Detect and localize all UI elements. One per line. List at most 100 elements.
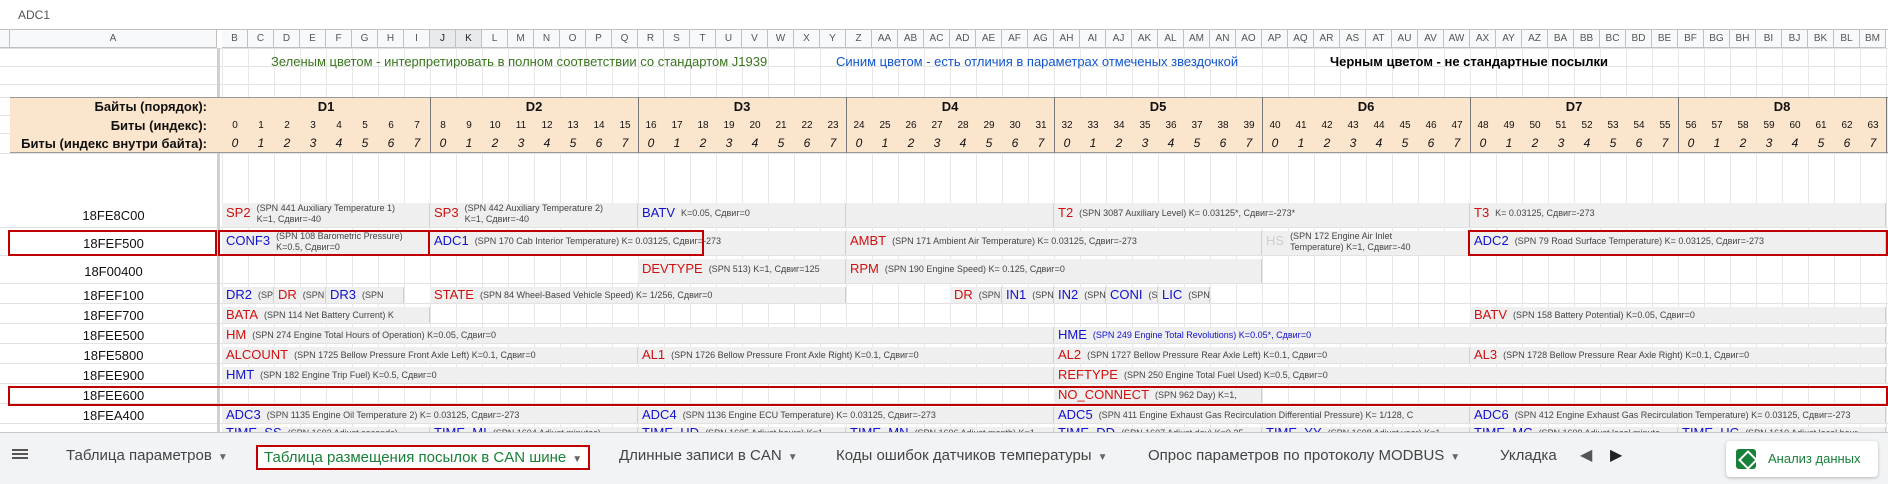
- signal-cell[interactable]: DR (SPN: [950, 287, 1002, 303]
- column-header-AB[interactable]: AB: [898, 30, 924, 48]
- row-id[interactable]: 18FE8C00: [10, 208, 217, 223]
- tab-temp-sensor-errors[interactable]: Коды ошибок датчиков температуры ▼: [836, 447, 1108, 464]
- column-header-E[interactable]: E: [300, 30, 326, 48]
- column-header-BH[interactable]: BH: [1730, 30, 1756, 48]
- column-header-H[interactable]: H: [378, 30, 404, 48]
- signal-cell[interactable]: DR2 (SPN: [222, 287, 274, 303]
- column-header-BG[interactable]: BG: [1704, 30, 1730, 48]
- column-header-AW[interactable]: AW: [1444, 30, 1470, 48]
- column-header-B[interactable]: B: [222, 30, 248, 48]
- row-id[interactable]: 18FEE600: [10, 388, 217, 403]
- signal-cell[interactable]: NO_CONNECT (SPN 962 Day) K=1,: [1054, 387, 1262, 403]
- signal-cell[interactable]: IN1 (SPN: [1002, 287, 1054, 303]
- row-id[interactable]: 18FEF100: [10, 288, 217, 303]
- signal-cell[interactable]: ADC2 (SPN 79 Road Surface Temperature) K=…: [1470, 231, 1886, 255]
- column-header-AM[interactable]: AM: [1184, 30, 1210, 48]
- signal-cell[interactable]: DEVTYPE (SPN 513) K=1, Сдвиг=125: [638, 259, 846, 283]
- column-header-AK[interactable]: AK: [1132, 30, 1158, 48]
- column-header-AH[interactable]: AH: [1054, 30, 1080, 48]
- column-header-AF[interactable]: AF: [1002, 30, 1028, 48]
- column-header-P[interactable]: P: [586, 30, 612, 48]
- signal-cell[interactable]: BATV K=0.05, Сдвиг=0: [638, 203, 846, 227]
- column-header-U[interactable]: U: [716, 30, 742, 48]
- column-header-AU[interactable]: AU: [1392, 30, 1418, 48]
- column-header-A[interactable]: A: [10, 30, 217, 48]
- signal-cell[interactable]: BATA (SPN 114 Net Battery Current) K: [222, 307, 430, 323]
- column-header-O[interactable]: O: [560, 30, 586, 48]
- signal-cell[interactable]: HS (SPN 172 Engine Air Inlet Temperature)…: [1262, 231, 1470, 255]
- column-header-F[interactable]: F: [326, 30, 352, 48]
- signal-cell[interactable]: AMBT (SPN 171 Ambient Air Temperature) K=…: [846, 231, 1262, 255]
- column-header-AY[interactable]: AY: [1496, 30, 1522, 48]
- sheet-grid[interactable]: A B C D E F G H I J K L M N O P Q R S T U V W X Y Z AA AB AC AD AE AF AG…: [0, 30, 1888, 432]
- signal-cell[interactable]: CONI (SPN: [1106, 287, 1158, 303]
- signal-cell[interactable]: AL1 (SPN 1726 Bellow Pressure Front Axle …: [638, 347, 1054, 363]
- column-header-AO[interactable]: AO: [1236, 30, 1262, 48]
- signal-cell[interactable]: AL3 (SPN 1728 Bellow Pressure Rear Axle R…: [1470, 347, 1886, 363]
- signal-cell[interactable]: DR (SPN: [274, 287, 326, 303]
- column-header-BE[interactable]: BE: [1652, 30, 1678, 48]
- row-id[interactable]: 18FEE500: [10, 328, 217, 343]
- signal-cell[interactable]: LIC (SPN: [1158, 287, 1210, 303]
- signal-cell[interactable]: [846, 203, 1054, 227]
- signal-cell[interactable]: ADC6 (SPN 412 Engine Exhaust Gas Recircul…: [1470, 407, 1886, 423]
- column-header-I[interactable]: I: [404, 30, 430, 48]
- signal-cell[interactable]: STATE (SPN 84 Wheel-Based Vehicle Speed) …: [430, 287, 846, 303]
- column-header-N[interactable]: N: [534, 30, 560, 48]
- signal-cell[interactable]: RPM (SPN 190 Engine Speed) K= 0.125, Сдви…: [846, 259, 1262, 283]
- column-header-AX[interactable]: AX: [1470, 30, 1496, 48]
- tab-long-records[interactable]: Длинные записи в CAN ▼: [619, 447, 798, 464]
- column-header-AN[interactable]: AN: [1210, 30, 1236, 48]
- signal-cell[interactable]: SP2 (SPN 441 Auxiliary Temperature 1) K=1…: [222, 203, 430, 227]
- scroll-right-icon[interactable]: ▶: [1610, 445, 1622, 465]
- column-header-AI[interactable]: AI: [1080, 30, 1106, 48]
- column-header-Z[interactable]: Z: [846, 30, 872, 48]
- column-header-AZ[interactable]: AZ: [1522, 30, 1548, 48]
- column-header-D[interactable]: D: [274, 30, 300, 48]
- column-header-G[interactable]: G: [352, 30, 378, 48]
- signal-cell[interactable]: ADC3 (SPN 1135 Engine Oil Temperature 2) …: [222, 407, 638, 423]
- row-id[interactable]: 18FEA400: [10, 408, 217, 423]
- signal-cell[interactable]: ALCOUNT (SPN 1725 Bellow Pressure Front A…: [222, 347, 638, 363]
- column-header-V[interactable]: V: [742, 30, 768, 48]
- column-header-AS[interactable]: AS: [1340, 30, 1366, 48]
- column-header-BL[interactable]: BL: [1834, 30, 1860, 48]
- column-header-AG[interactable]: AG: [1028, 30, 1054, 48]
- column-header-W[interactable]: W: [768, 30, 794, 48]
- signal-cell[interactable]: ADC5 (SPN 411 Engine Exhaust Gas Recircul…: [1054, 407, 1470, 423]
- column-header-J[interactable]: J: [430, 30, 456, 48]
- column-header-C[interactable]: C: [248, 30, 274, 48]
- column-header-M[interactable]: M: [508, 30, 534, 48]
- column-header-BD[interactable]: BD: [1626, 30, 1652, 48]
- column-header-S[interactable]: S: [664, 30, 690, 48]
- column-header-R[interactable]: R: [638, 30, 664, 48]
- signal-cell[interactable]: T3 K= 0.03125, Сдвиг=-273: [1470, 203, 1886, 227]
- explore-button[interactable]: Анализ данных: [1726, 441, 1878, 477]
- column-header-AC[interactable]: AC: [924, 30, 950, 48]
- signal-cell[interactable]: REFTYPE (SPN 250 Engine Total Fuel Used) …: [1054, 367, 1886, 383]
- column-header-X[interactable]: X: [794, 30, 820, 48]
- signal-cell[interactable]: DR3 (SPN: [326, 287, 404, 303]
- column-header-Q[interactable]: Q: [612, 30, 638, 48]
- column-header-BA[interactable]: BA: [1548, 30, 1574, 48]
- row-id[interactable]: 18FEF700: [10, 308, 217, 323]
- signal-cell[interactable]: SP3 (SPN 442 Auxiliary Temperature 2) K=1…: [430, 203, 638, 227]
- tab-modbus[interactable]: Опрос параметров по протоколу MODBUS ▼: [1148, 447, 1460, 464]
- column-header-AR[interactable]: AR: [1314, 30, 1340, 48]
- signal-cell[interactable]: ADC1 (SPN 170 Cab Interior Temperature) K…: [430, 231, 846, 255]
- all-sheets-menu-icon[interactable]: [12, 447, 28, 461]
- column-header-K[interactable]: K: [456, 30, 482, 48]
- column-header-AE[interactable]: AE: [976, 30, 1002, 48]
- column-header-BJ[interactable]: BJ: [1782, 30, 1808, 48]
- column-header-BK[interactable]: BK: [1808, 30, 1834, 48]
- column-header-AL[interactable]: AL: [1158, 30, 1184, 48]
- row-id[interactable]: 18FEF500: [10, 236, 217, 251]
- signal-cell[interactable]: HMT (SPN 182 Engine Trip Fuel) K=0.5, Сдв…: [222, 367, 1054, 383]
- signal-cell[interactable]: HME (SPN 249 Engine Total Revolutions) K=…: [1054, 327, 1886, 343]
- column-header-Y[interactable]: Y: [820, 30, 846, 48]
- tab-can-placement[interactable]: Таблица размещения посылок в CAN шине ▼: [256, 445, 591, 470]
- signal-cell[interactable]: HM (SPN 274 Engine Total Hours of Operati…: [222, 327, 1054, 343]
- column-header-BB[interactable]: BB: [1574, 30, 1600, 48]
- column-header-BF[interactable]: BF: [1678, 30, 1704, 48]
- column-header-BM[interactable]: BM: [1860, 30, 1886, 48]
